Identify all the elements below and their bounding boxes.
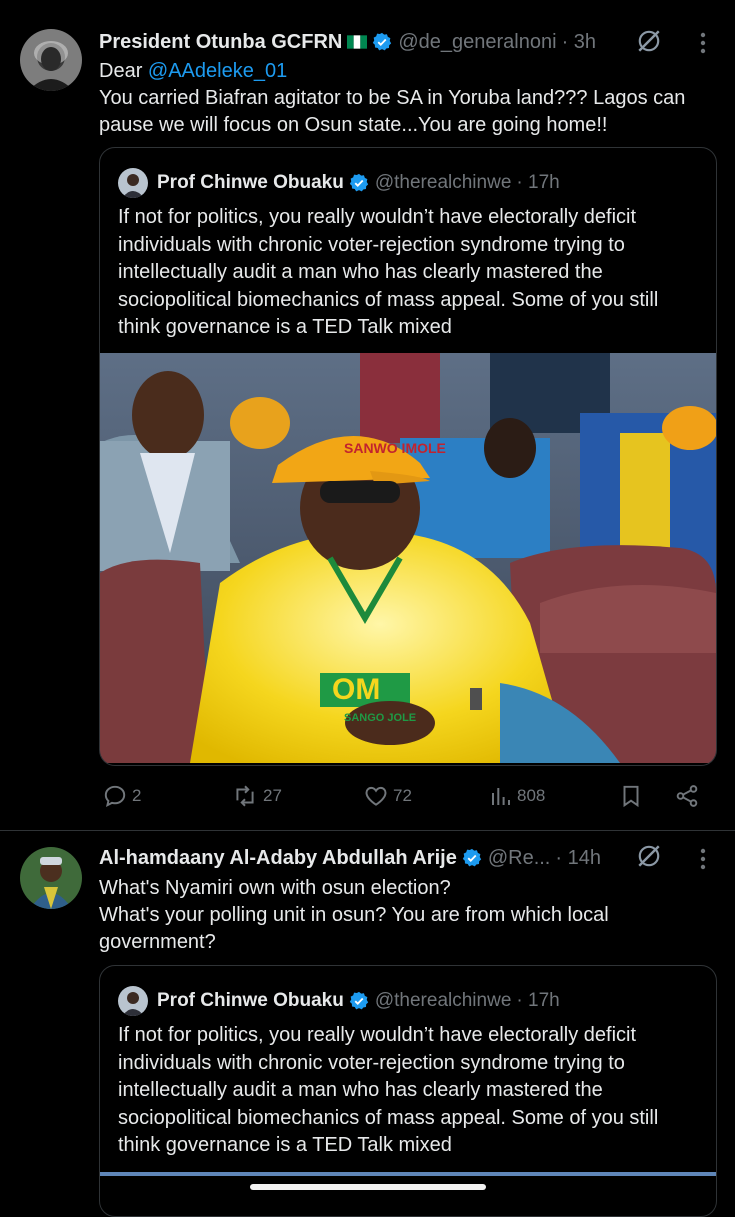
author-handle[interactable]: @de_generalnoni xyxy=(398,31,556,54)
quote-author-handle: @therealchinwe xyxy=(374,172,512,193)
reply-icon xyxy=(104,785,126,808)
grok-icon[interactable] xyxy=(636,28,662,54)
nigeria-flag-icon xyxy=(347,35,368,49)
verified-badge-icon xyxy=(462,848,481,867)
bookmark-icon xyxy=(623,785,639,808)
quote-author-handle: @therealchinwe xyxy=(374,990,512,1011)
tweet-text-prefix: Dear xyxy=(99,60,148,82)
quote-avatar xyxy=(118,986,148,1016)
repost-icon xyxy=(236,785,254,807)
quoted-tweet[interactable]: Prof Chinwe Obuaku @therealchinwe · 17h … xyxy=(99,965,717,1217)
heart-icon xyxy=(365,786,387,806)
share-button[interactable] xyxy=(674,783,704,809)
like-button[interactable]: 72 xyxy=(363,783,412,809)
view-count: 808 xyxy=(517,786,546,805)
quote-time: · 17h xyxy=(516,990,560,1011)
author-handle[interactable]: @Re... xyxy=(488,847,551,870)
tweet-2[interactable]: Al-hamdaany Al-Adaby Abdullah Arije @Re.… xyxy=(0,831,735,1217)
tweet-actions: 2 27 72 808 xyxy=(99,783,715,813)
quote-header: Prof Chinwe Obuaku @therealchinwe · 17h xyxy=(118,168,560,198)
author-name[interactable]: President Otunba GCFRN xyxy=(99,31,342,54)
bookmark-button[interactable] xyxy=(618,783,648,809)
repost-count: 27 xyxy=(263,786,282,805)
repost-button[interactable]: 27 xyxy=(231,783,282,809)
grok-icon[interactable] xyxy=(636,843,662,869)
tweet-text: Dear @AAdeleke_01 You carried Biafran ag… xyxy=(99,58,715,139)
verified-badge-icon xyxy=(373,32,392,51)
tweet-header: President Otunba GCFRN @de_generalnoni ·… xyxy=(99,27,715,57)
tweet-text: What's Nyamiri own with osun election? W… xyxy=(99,877,609,953)
photo-cap-text: SANWO IMOLE xyxy=(344,440,446,456)
quote-text: If not for politics, you really wouldn’t… xyxy=(118,206,659,338)
tweet-header: Al-hamdaany Al-Adaby Abdullah Arije @Re.… xyxy=(99,843,715,873)
home-indicator[interactable] xyxy=(250,1184,486,1190)
tweet-time[interactable]: · 3h xyxy=(562,31,596,54)
quote-time: · 17h xyxy=(516,172,560,193)
more-options-icon[interactable] xyxy=(700,847,706,871)
photo-shirt-text: OM xyxy=(332,673,380,706)
avatar[interactable] xyxy=(20,29,82,91)
mention-link[interactable]: @AAdeleke_01 xyxy=(148,60,287,82)
quote-avatar xyxy=(118,168,148,198)
quote-header: Prof Chinwe Obuaku @therealchinwe · 17h xyxy=(118,986,560,1016)
quote-text: If not for politics, you really wouldn’t… xyxy=(118,1024,659,1156)
share-icon xyxy=(676,785,698,807)
reply-button[interactable]: 2 xyxy=(102,783,141,809)
reply-count: 2 xyxy=(132,786,142,805)
tweet-1[interactable]: President Otunba GCFRN @de_generalnoni ·… xyxy=(0,0,735,830)
verified-badge-icon xyxy=(349,173,369,192)
photo-shirt-subtext: SANGO JOLE xyxy=(344,712,416,724)
avatar[interactable] xyxy=(20,847,82,909)
quote-author-name: Prof Chinwe Obuaku xyxy=(157,172,344,193)
quoted-tweet[interactable]: Prof Chinwe Obuaku @therealchinwe · 17h … xyxy=(99,147,717,766)
tweet-text-body: You carried Biafran agitator to be SA in… xyxy=(99,87,686,136)
author-name[interactable]: Al-hamdaany Al-Adaby Abdullah Arije xyxy=(99,847,457,870)
quote-photo[interactable]: SANWO IMOLE OM SANGO JOLE xyxy=(100,353,716,763)
quote-photo-edge xyxy=(100,1172,716,1176)
views-icon xyxy=(492,788,510,805)
quote-author-name: Prof Chinwe Obuaku xyxy=(157,990,344,1011)
like-count: 72 xyxy=(393,786,412,805)
tweet-time[interactable]: · 14h xyxy=(555,847,601,870)
more-options-icon[interactable] xyxy=(700,31,706,55)
verified-badge-icon xyxy=(349,991,369,1010)
views-button[interactable]: 808 xyxy=(489,783,545,809)
